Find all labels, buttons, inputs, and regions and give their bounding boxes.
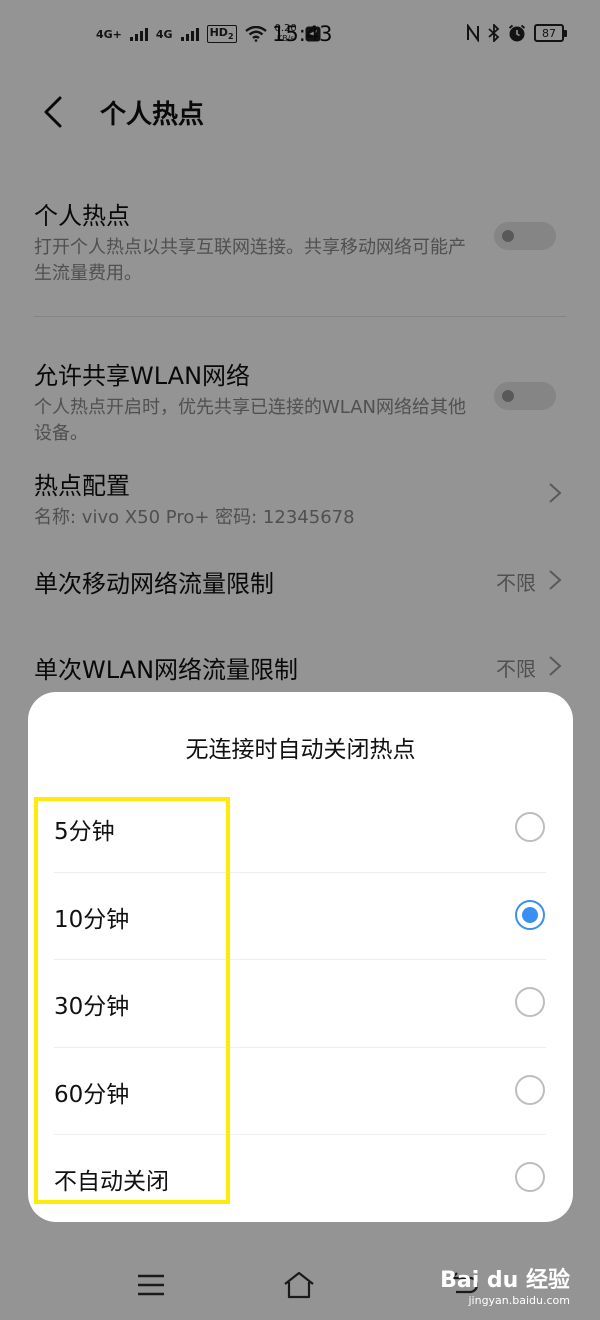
annotation-highlight-box [34,797,230,1204]
radio-button[interactable] [515,987,545,1017]
radio-button[interactable] [515,1075,545,1105]
baidu-watermark: Bai du 经验 jingyan.baidu.com [440,1262,570,1307]
menu-icon[interactable] [134,1268,168,1302]
radio-button[interactable] [515,1162,545,1192]
home-icon[interactable] [282,1268,316,1302]
radio-button-selected[interactable] [515,900,545,930]
radio-button[interactable] [515,812,545,842]
watermark-brand: Bai du 经验 [440,1268,570,1293]
dialog-title: 无连接时自动关闭热点 [185,737,416,763]
watermark-url: jingyan.baidu.com [468,1294,570,1307]
